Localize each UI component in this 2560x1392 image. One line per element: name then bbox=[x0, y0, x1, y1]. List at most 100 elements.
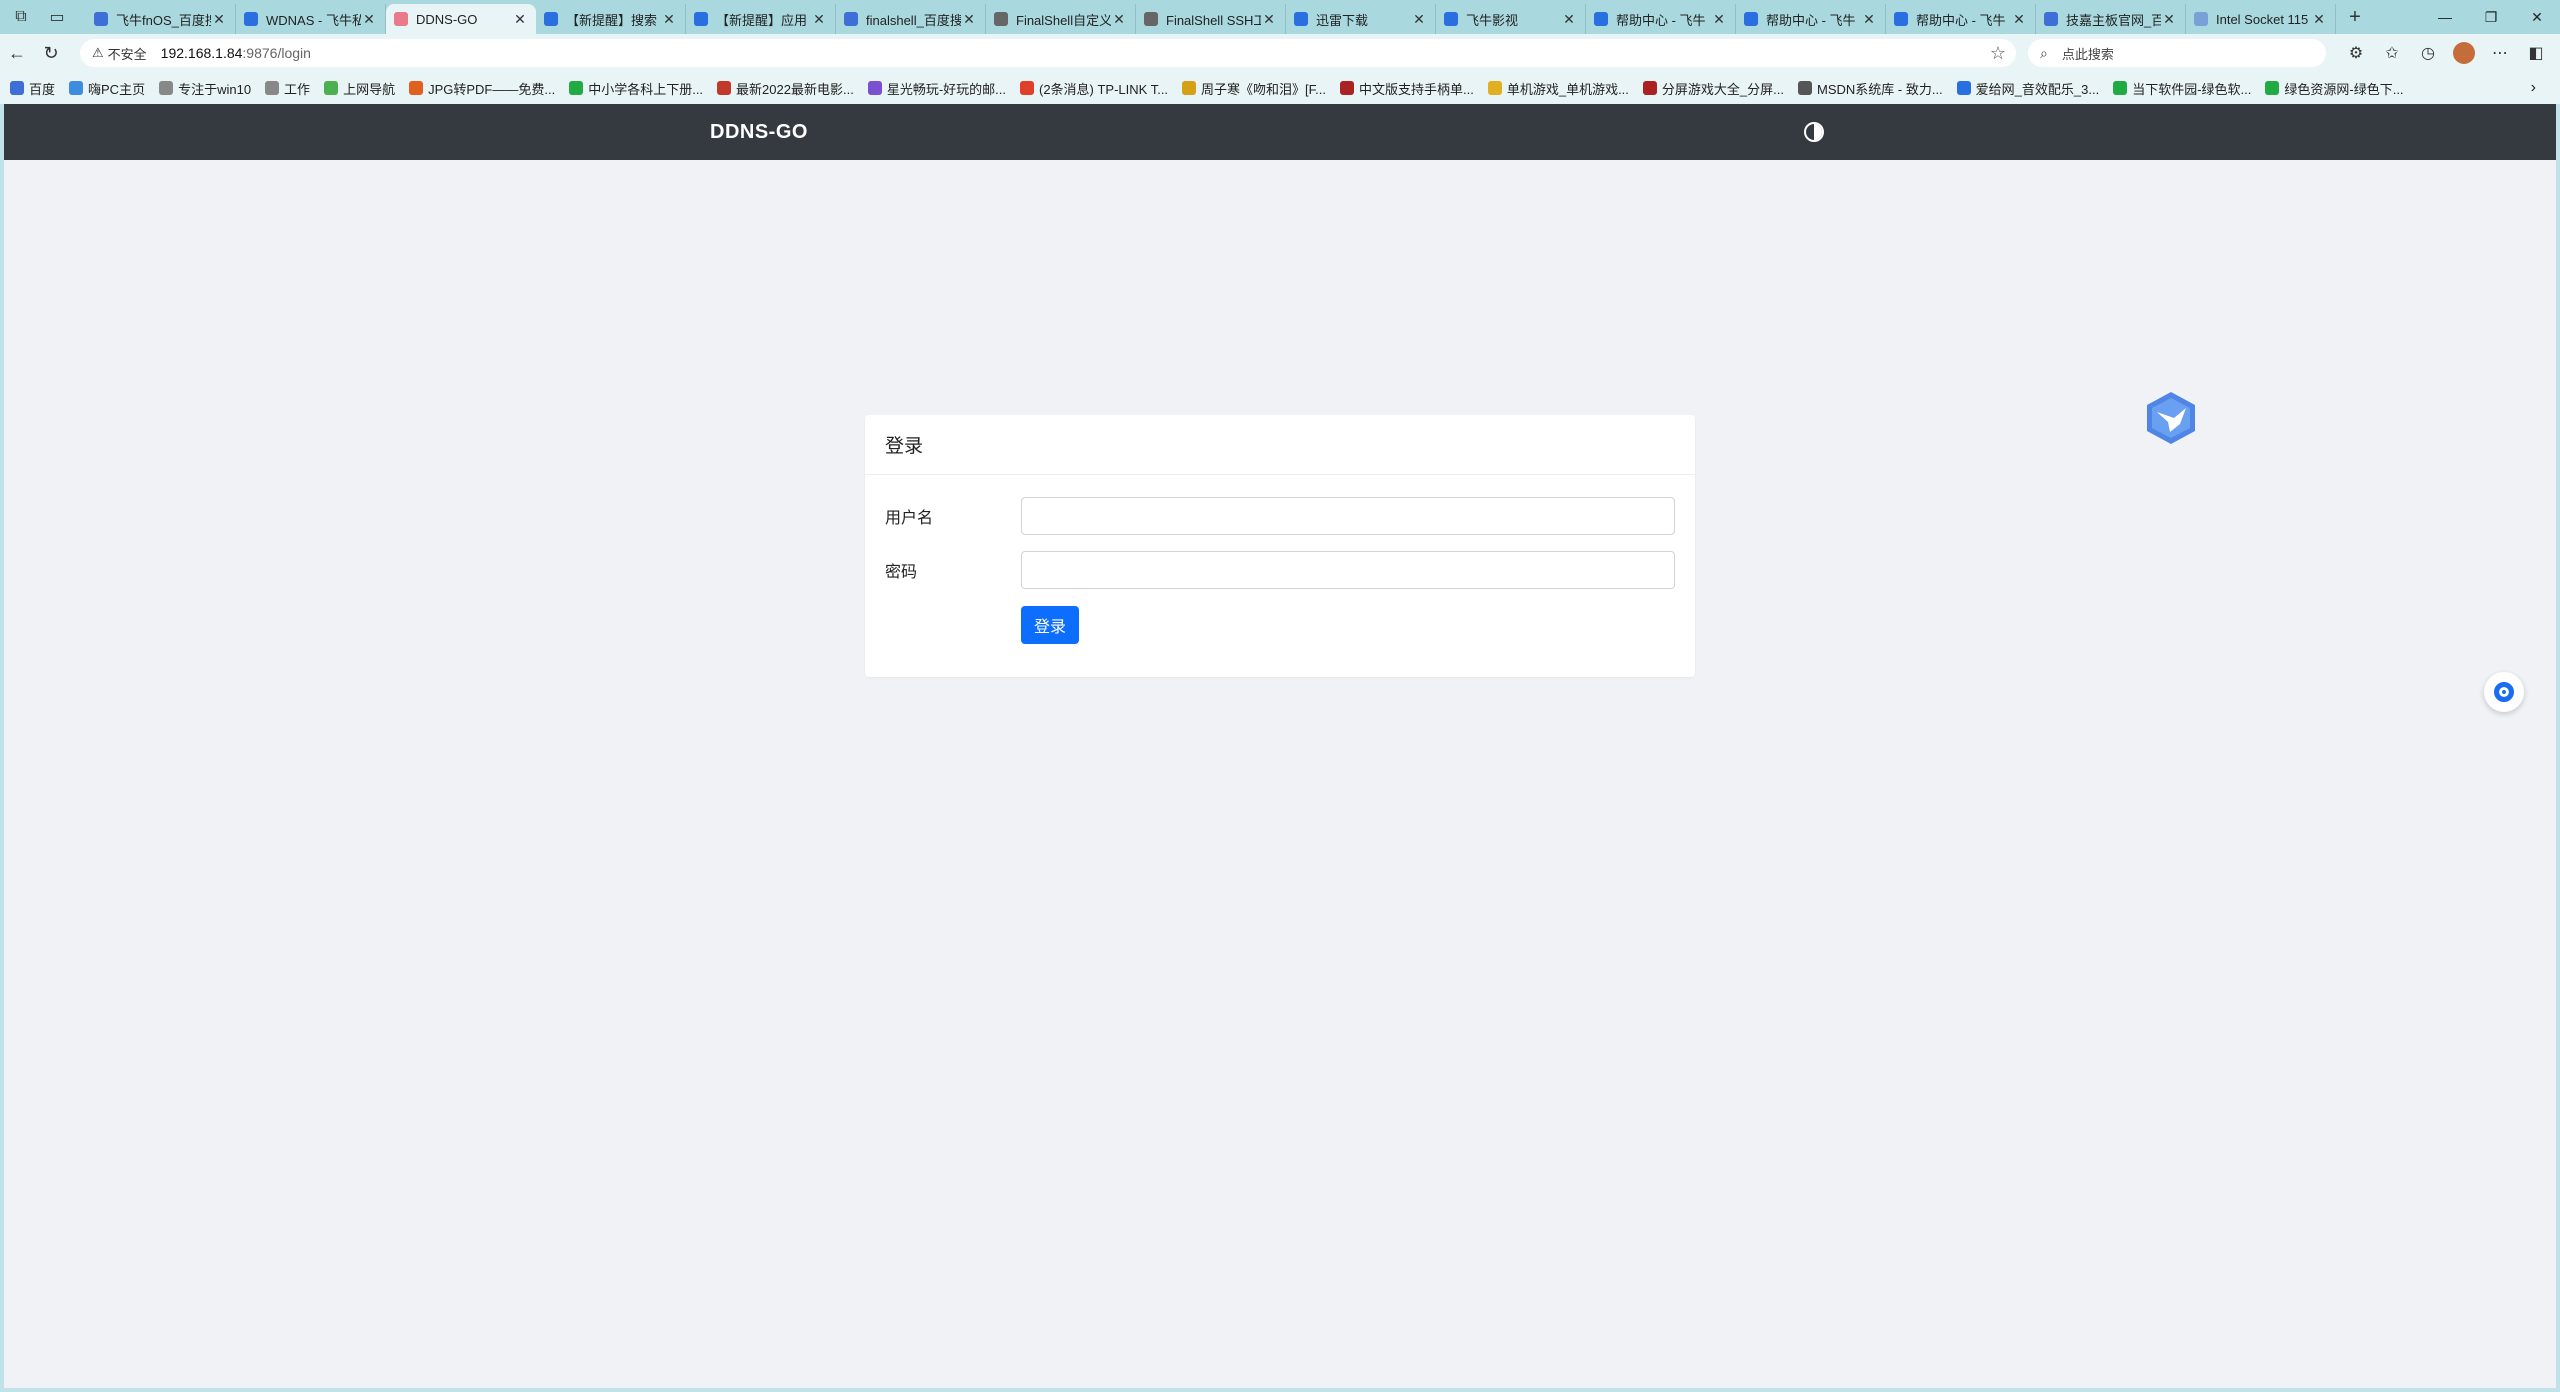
tab-close-icon[interactable]: ✕ bbox=[961, 11, 977, 28]
bookmark-favicon-icon bbox=[265, 81, 280, 95]
browser-tab[interactable]: FinalShell SSH工 ✕ bbox=[1136, 4, 1286, 34]
minimize-icon[interactable]: — bbox=[2422, 0, 2468, 34]
login-button[interactable]: 登录 bbox=[1021, 606, 1079, 644]
tab-close-icon[interactable]: ✕ bbox=[1561, 11, 1577, 28]
navbar: DDNS-GO bbox=[4, 104, 2556, 160]
bookmark-item[interactable]: 分屏游戏大全_分屏... bbox=[1642, 79, 1784, 98]
bookmark-item[interactable]: 当下软件园-绿色软... bbox=[2113, 79, 2251, 98]
tab-close-icon[interactable]: ✕ bbox=[1861, 11, 1877, 28]
chevron-right-icon[interactable]: › bbox=[2531, 79, 2536, 97]
tab-close-icon[interactable]: ✕ bbox=[1411, 11, 1427, 28]
tab-close-icon[interactable]: ✕ bbox=[1261, 11, 1277, 28]
tab-title: WDNAS - 飞牛私 bbox=[266, 12, 361, 28]
bookmark-item[interactable]: 周子寒《吻和泪》[F... bbox=[1182, 79, 1326, 98]
close-window-icon[interactable]: ✕ bbox=[2514, 0, 2560, 34]
bookmark-item[interactable]: 工作 bbox=[265, 79, 310, 98]
url-host: 192.168.1.84 bbox=[160, 45, 243, 61]
browser-tab[interactable]: DDNS-GO ✕ bbox=[386, 4, 536, 34]
browser-tab[interactable]: 帮助中心 - 飞牛 ✕ bbox=[1736, 4, 1886, 34]
bookmark-item[interactable]: 单机游戏_单机游戏... bbox=[1487, 79, 1629, 98]
bookmark-item[interactable]: 上网导航 bbox=[324, 79, 395, 98]
bookmark-item[interactable]: 百度 bbox=[10, 79, 55, 98]
bookmark-favicon-icon bbox=[324, 81, 339, 95]
bookmark-favicon-icon bbox=[1182, 81, 1197, 95]
tab-favicon-icon bbox=[94, 12, 108, 26]
extensions-icon[interactable]: ⚙ bbox=[2338, 38, 2374, 68]
tab-favicon-icon bbox=[244, 12, 258, 26]
floating-bird-logo-icon[interactable] bbox=[2144, 390, 2198, 446]
password-input[interactable] bbox=[1021, 551, 1675, 589]
bookmark-item[interactable]: 专注于win10 bbox=[159, 79, 251, 98]
browser-tab[interactable]: 帮助中心 - 飞牛 ✕ bbox=[1586, 4, 1736, 34]
url-input[interactable]: ⚠ 不安全 192.168.1.84 :9876/login ☆ bbox=[80, 39, 2016, 67]
favorites-icon[interactable]: ✩ bbox=[2374, 38, 2410, 68]
tab-favicon-icon bbox=[1894, 12, 1908, 26]
tab-actions-icon[interactable]: ▭ bbox=[42, 2, 72, 32]
tab-favicon-icon bbox=[1744, 12, 1758, 26]
browser-tab[interactable]: finalshell_百度搜 ✕ bbox=[836, 4, 986, 34]
password-label: 密码 bbox=[885, 564, 918, 581]
browser-tab[interactable]: FinalShell自定义 ✕ bbox=[986, 4, 1136, 34]
bookmark-item[interactable]: 最新2022最新电影... bbox=[717, 79, 854, 98]
username-input[interactable] bbox=[1021, 497, 1675, 535]
theme-toggle-icon[interactable] bbox=[1804, 122, 1824, 142]
bookmark-favicon-icon bbox=[569, 81, 584, 95]
security-indicator[interactable]: ⚠ 不安全 bbox=[92, 44, 147, 63]
tab-close-icon[interactable]: ✕ bbox=[361, 11, 377, 28]
tab-close-icon[interactable]: ✕ bbox=[661, 11, 677, 28]
bookmarks-bar: 百度 嗨PC主页 专注于win10 工作 上网导航 JPG转PDF——免费... 中小学各科… bbox=[0, 72, 2560, 104]
tab-close-icon[interactable]: ✕ bbox=[2311, 11, 2327, 28]
bookmark-favicon-icon bbox=[1487, 81, 1502, 95]
bookmark-label: 百度 bbox=[29, 81, 56, 97]
browser-tab[interactable]: 飞牛影视 ✕ bbox=[1436, 4, 1586, 34]
browser-tab[interactable]: 【新提醒】搜索 ✕ bbox=[536, 4, 686, 34]
menu-icon[interactable]: ⋯ bbox=[2482, 38, 2518, 68]
floating-assistant-button[interactable] bbox=[2484, 672, 2524, 712]
back-icon[interactable]: ← bbox=[0, 36, 34, 70]
bookmark-item[interactable]: 中文版支持手柄单... bbox=[1340, 79, 1474, 98]
tab-close-icon[interactable]: ✕ bbox=[211, 11, 227, 28]
bookmark-favicon-icon bbox=[1642, 81, 1657, 95]
bookmark-label: 星光畅玩-好玩的邮... bbox=[886, 81, 1006, 97]
bookmark-favicon-icon bbox=[867, 81, 882, 95]
profile-avatar[interactable] bbox=[2453, 42, 2475, 64]
bookmark-label: 当下软件园-绿色软... bbox=[2132, 81, 2252, 97]
browser-tab[interactable]: 技嘉主板官网_百 ✕ bbox=[2036, 4, 2186, 34]
browser-tab[interactable]: Intel Socket 115 ✕ bbox=[2186, 4, 2336, 34]
browser-tab[interactable]: 【新提醒】应用 ✕ bbox=[686, 4, 836, 34]
tab-favicon-icon bbox=[1594, 12, 1608, 26]
history-icon[interactable]: ◷ bbox=[2410, 38, 2446, 68]
bookmark-item[interactable]: MSDN系统库 - 致力... bbox=[1798, 79, 1943, 98]
browser-tab[interactable]: 迅雷下载 ✕ bbox=[1286, 4, 1436, 34]
bookmark-item[interactable]: 星光畅玩-好玩的邮... bbox=[867, 79, 1006, 98]
bookmark-label: 绿色资源网-绿色下... bbox=[2284, 81, 2404, 97]
workspaces-icon[interactable]: ⧉ bbox=[6, 2, 36, 32]
restore-icon[interactable]: ❐ bbox=[2468, 0, 2514, 34]
reload-icon[interactable]: ↻ bbox=[34, 36, 68, 70]
tab-close-icon[interactable]: ✕ bbox=[1111, 11, 1127, 28]
tab-close-icon[interactable]: ✕ bbox=[1711, 11, 1727, 28]
brand-logo-text[interactable]: DDNS-GO bbox=[710, 121, 808, 144]
bookmark-label: JPG转PDF——免费... bbox=[428, 81, 556, 97]
browser-tab[interactable]: WDNAS - 飞牛私 ✕ bbox=[236, 4, 386, 34]
bookmark-item[interactable]: 爱给网_音效配乐_3... bbox=[1956, 79, 2099, 98]
bookmark-item[interactable]: 中小学各科上下册... bbox=[569, 79, 703, 98]
tab-close-icon[interactable]: ✕ bbox=[2011, 11, 2027, 28]
bookmark-item[interactable]: 绿色资源网-绿色下... bbox=[2265, 79, 2404, 98]
sidebar-icon[interactable]: ◧ bbox=[2518, 38, 2554, 68]
search-input[interactable]: ⌕ 点此搜索 bbox=[2028, 39, 2326, 67]
bookmark-item[interactable]: JPG转PDF——免费... bbox=[409, 79, 555, 98]
bookmark-item[interactable]: 嗨PC主页 bbox=[69, 79, 145, 98]
bookmark-favicon-icon bbox=[159, 81, 174, 95]
tab-close-icon[interactable]: ✕ bbox=[2161, 11, 2177, 28]
bookmark-star-icon[interactable]: ☆ bbox=[1990, 43, 2006, 64]
tab-close-icon[interactable]: ✕ bbox=[512, 11, 528, 28]
tab-title: 飞牛fnOS_百度搜 bbox=[116, 12, 211, 28]
bookmark-item[interactable]: (2条消息) TP-LINK T... bbox=[1019, 79, 1168, 98]
tab-close-icon[interactable]: ✕ bbox=[811, 11, 827, 28]
browser-tab[interactable]: 飞牛fnOS_百度搜 ✕ bbox=[86, 4, 236, 34]
bookmark-label: 最新2022最新电影... bbox=[736, 81, 854, 97]
browser-tab[interactable]: 帮助中心 - 飞牛 ✕ bbox=[1886, 4, 2036, 34]
login-card: 登录 用户名 密码 登录 bbox=[865, 415, 1695, 677]
new-tab-button[interactable]: + bbox=[2340, 2, 2370, 32]
